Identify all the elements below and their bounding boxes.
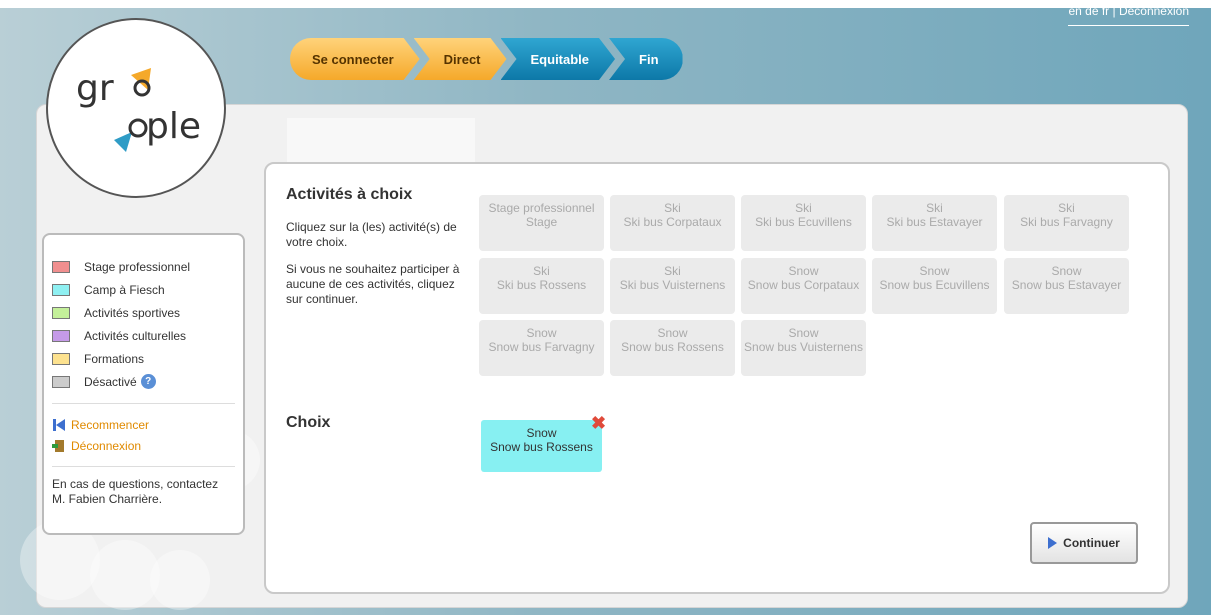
- activity-card[interactable]: Snow Snow bus Farvagny: [479, 320, 604, 376]
- svg-text:gr: gr: [76, 68, 114, 109]
- step-end[interactable]: Fin: [609, 38, 683, 80]
- choice-title: Choix: [286, 414, 331, 431]
- activity-card[interactable]: Ski Ski bus Ecuvillens: [741, 195, 866, 251]
- info-placeholder: [287, 118, 475, 162]
- activity-card[interactable]: Snow Snow bus Rossens: [610, 320, 735, 376]
- legend-item-disabled: Désactivé?: [52, 370, 235, 393]
- svg-text:ple: ple: [146, 106, 201, 147]
- step-direct[interactable]: Direct: [414, 38, 507, 80]
- activity-card[interactable]: Ski Ski bus Rossens: [479, 258, 604, 314]
- activity-card[interactable]: Snow Snow bus Corpataux: [741, 258, 866, 314]
- selected-activity[interactable]: Snow Snow bus Rossens: [481, 420, 602, 472]
- activity-card[interactable]: Snow Snow bus Ecuvillens: [872, 258, 997, 314]
- help-icon[interactable]: ?: [140, 374, 156, 389]
- activity-card[interactable]: Snow Snow bus Estavayer: [1004, 258, 1129, 314]
- legend-item-stage: Stage professionnel: [52, 255, 235, 278]
- legend-item-sport: Activités sportives: [52, 301, 235, 324]
- close-icon[interactable]: ✖: [591, 413, 606, 434]
- legend-box: Stage professionnel Camp à Fiesch Activi…: [42, 233, 245, 535]
- logo-icon: gr ple: [76, 68, 201, 152]
- step-connect[interactable]: Se connecter: [290, 38, 420, 80]
- top-edge: [0, 0, 1211, 8]
- continue-button[interactable]: Continuer: [1030, 522, 1138, 564]
- content-area: Activités à choix Cliquez sur la (les) a…: [264, 162, 1170, 594]
- activity-card[interactable]: Ski Ski bus Corpataux: [610, 195, 735, 251]
- door-icon: [52, 439, 64, 452]
- instruction-skip: Si vous ne souhaitez participer à aucune…: [286, 262, 460, 306]
- activity-card[interactable]: Stage professionnel Stage: [479, 195, 604, 251]
- activity-card[interactable]: Ski Ski bus Farvagny: [1004, 195, 1129, 251]
- language-logout-links[interactable]: en de fr | Déconnexion: [1068, 0, 1189, 26]
- progress-steps: Se connecter Direct Equitable Fin: [290, 38, 683, 80]
- activity-card[interactable]: Ski Ski bus Vuisternens: [610, 258, 735, 314]
- play-icon: [1048, 537, 1058, 549]
- legend-item-camp: Camp à Fiesch: [52, 278, 235, 301]
- activities-title: Activités à choix: [286, 186, 413, 203]
- logo[interactable]: gr○ gr ple: [46, 18, 226, 198]
- legend-item-formation: Formations: [52, 347, 235, 370]
- step-equitable[interactable]: Equitable: [501, 38, 616, 80]
- logout-link[interactable]: Déconnexion: [52, 435, 235, 456]
- legend-item-culture: Activités culturelles: [52, 324, 235, 347]
- instruction-select: Cliquez sur la (les) activité(s) de votr…: [286, 220, 457, 249]
- restart-icon: [53, 418, 65, 431]
- activity-card[interactable]: Ski Ski bus Estavayer: [872, 195, 997, 251]
- activity-card[interactable]: Snow Snow bus Vuisternens: [741, 320, 866, 376]
- contact-info: En cas de questions, contactez M. Fabien…: [52, 477, 219, 506]
- restart-link[interactable]: Recommencer: [52, 414, 235, 435]
